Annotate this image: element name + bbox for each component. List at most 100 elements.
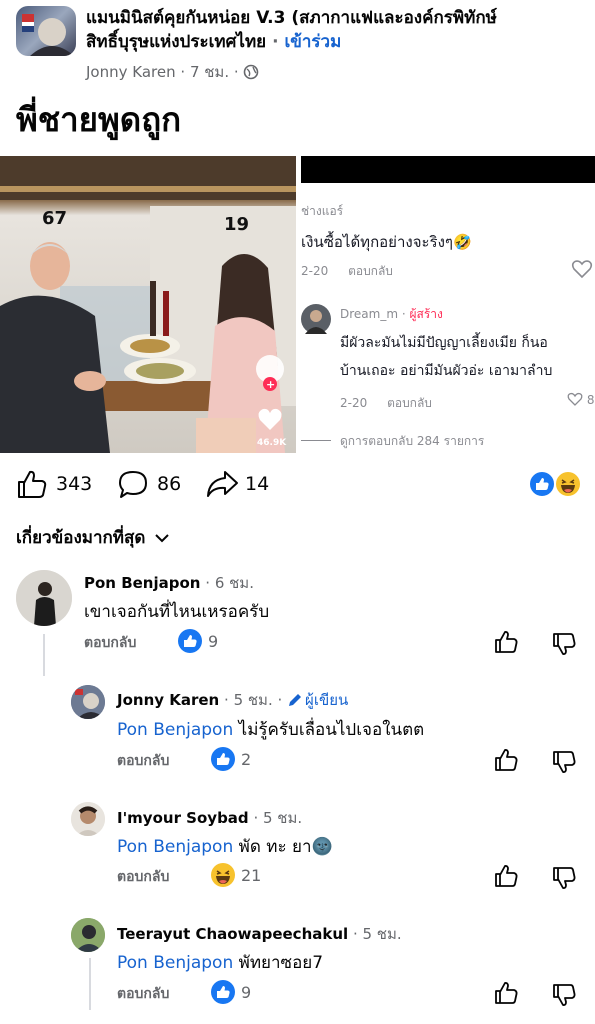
- comment-header: Pon Benjapon · 6 ชม.: [84, 574, 254, 592]
- thumbs-down-icon: [553, 751, 576, 773]
- comment-dislike-button[interactable]: [552, 632, 576, 660]
- like-icon: [18, 470, 47, 498]
- age-right-label: 19: [224, 214, 249, 235]
- reaction-summary[interactable]: [528, 469, 588, 499]
- like-reaction-icon: [528, 470, 556, 498]
- tt-reply-date: 2-20: [340, 396, 368, 410]
- thumbs-up-icon: [495, 749, 518, 771]
- commenter-name[interactable]: Teerayut Chaowapeechakul: [117, 925, 348, 943]
- thread-line: [43, 634, 45, 676]
- comment-reaction[interactable]: 21: [211, 863, 261, 887]
- tt-reply-line2: บ้านเถอะ อย่ามีมันผัวอ่ะ เอามาลำบ: [340, 363, 553, 379]
- group-name[interactable]: แมนมินิสต์คุยกันหน่อย V.3 (สภากาแฟและองค…: [86, 6, 591, 54]
- group-avatar-image: [22, 14, 74, 56]
- tt-reply-avatar: [301, 304, 331, 334]
- comment-like-button[interactable]: [494, 981, 518, 1009]
- group-avatar[interactable]: [16, 6, 76, 56]
- group-name-line2[interactable]: สิทธิ์บุรุษแห่งประเทศไทย: [86, 32, 266, 52]
- tt-top-reply: ตอบกลับ: [348, 264, 393, 278]
- tt-reply-likes: 8: [567, 392, 594, 407]
- reaction-count: 9: [241, 982, 252, 1002]
- thumbs-up-icon: [495, 865, 518, 887]
- comment-reaction[interactable]: 2: [211, 747, 251, 771]
- post-photo-right[interactable]: ช่างแอร์ เงินซื้อได้ทุกอย่างจะริงๆ🤣 2-20…: [301, 156, 595, 453]
- comment-time[interactable]: 5 ชม.: [363, 925, 402, 943]
- tt-reply-reply: ตอบกลับ: [387, 396, 432, 410]
- mention-link[interactable]: Pon Benjapon: [117, 953, 233, 973]
- join-group-link[interactable]: เข้าร่วม: [284, 32, 341, 52]
- commenter-avatar[interactable]: [71, 685, 105, 719]
- tiktok-like-count: 46.9K: [257, 438, 287, 448]
- comment-time[interactable]: 6 ชม.: [215, 574, 254, 592]
- tt-heart-small-icon: [567, 392, 583, 406]
- comment-time[interactable]: 5 ชม.: [234, 688, 273, 712]
- comment-time[interactable]: 5 ชม.: [263, 809, 302, 827]
- reply-button[interactable]: ตอบกลับ: [117, 866, 169, 888]
- chevron-down-icon: [155, 533, 170, 542]
- thumbs-down-icon: [553, 633, 576, 655]
- share-icon: [207, 471, 238, 497]
- age-left-label: 67: [42, 208, 67, 229]
- post-time[interactable]: 7 ชม.: [190, 63, 229, 81]
- like-reaction-icon: [211, 980, 235, 1004]
- tt-reply-user: Dream_m: [340, 307, 399, 321]
- comment-like-button[interactable]: [494, 748, 518, 776]
- comment-reaction[interactable]: 9: [211, 980, 251, 1004]
- comment-like-button[interactable]: [494, 630, 518, 658]
- like-count: 343: [56, 473, 93, 495]
- comment-text: Pon Benjapon พัด ทะ ยา🌚: [117, 837, 333, 857]
- comment-header: Teerayut Chaowapeechakul · 5 ชม.: [117, 925, 402, 943]
- comment-reaction[interactable]: 9: [178, 629, 218, 653]
- restaurant-photo: 67 19 + 46.9K: [0, 156, 296, 453]
- comment-count: 86: [157, 473, 182, 495]
- commenter-avatar[interactable]: [71, 918, 105, 952]
- like-reaction-icon: [211, 747, 235, 771]
- comment-like-button[interactable]: [494, 864, 518, 892]
- comment-dislike-button[interactable]: [552, 866, 576, 894]
- tt-reply-line1: มีผัวละมันไม่มีปัญญาเลี้ยงเมีย ก็นอ: [340, 335, 548, 351]
- comment-header: I'myour Soybad · 5 ชม.: [117, 809, 303, 827]
- like-reaction-icon: [178, 629, 202, 653]
- mention-link[interactable]: Pon Benjapon: [117, 720, 233, 740]
- commenter-avatar[interactable]: [16, 570, 72, 626]
- comment-text: Pon Benjapon พัทยาซอย7: [117, 953, 324, 973]
- thumbs-down-icon: [553, 984, 576, 1006]
- tt-view-replies: ดูการตอบกลับ 284 รายการ: [340, 434, 485, 448]
- post-meta: Jonny Karen · 7 ชม. ·: [86, 62, 259, 85]
- comment-text: Pon Benjapon ไม่รู้ครับเลื่อนไปเจอในตต: [117, 720, 425, 740]
- comment-action[interactable]: 86: [117, 469, 181, 499]
- mention-link[interactable]: Pon Benjapon: [117, 837, 233, 857]
- post-author[interactable]: Jonny Karen: [86, 63, 176, 81]
- commenter-name[interactable]: I'myour Soybad: [117, 809, 249, 827]
- post-photo-left[interactable]: 67 19 + 46.9K: [0, 156, 296, 453]
- share-action[interactable]: 14: [205, 469, 269, 499]
- tt-divider: [301, 440, 331, 441]
- commenter-avatar[interactable]: [71, 802, 105, 836]
- thumbs-up-icon: [495, 982, 518, 1004]
- commenter-name[interactable]: Jonny Karen: [117, 691, 219, 709]
- tt-reply-meta: 2-20 ตอบกลับ: [340, 394, 432, 413]
- tt-top-date: 2-20: [301, 264, 329, 278]
- comment-text: เขาเจอกันที่ไหนเหรอครับ: [84, 602, 270, 622]
- tt-top-meta: 2-20 ตอบกลับ: [301, 262, 393, 281]
- thumbs-down-icon: [553, 867, 576, 889]
- haha-reaction-icon: [554, 470, 582, 498]
- like-action[interactable]: 343: [16, 469, 92, 499]
- reply-button[interactable]: ตอบกลับ: [117, 750, 169, 772]
- comment-dislike-button[interactable]: [552, 983, 576, 1011]
- thread-line: [89, 958, 91, 1010]
- tt-top-comment: เงินซื้อได้ทุกอย่างจะริงๆ🤣: [301, 233, 472, 251]
- tt-reply-header: Dream_m · ผู้สร้าง: [340, 307, 443, 321]
- comment-header: Jonny Karen · 5 ชม. · ผู้เขียน: [117, 688, 348, 712]
- tt-top-user: ช่างแอร์: [301, 204, 344, 218]
- comment-dislike-button[interactable]: [552, 750, 576, 778]
- black-bar: [301, 156, 595, 183]
- group-name-line1[interactable]: แมนมินิสต์คุยกันหน่อย V.3 (สภากาแฟและองค…: [86, 8, 497, 28]
- reply-button[interactable]: ตอบกลับ: [84, 632, 136, 654]
- comment-sort[interactable]: เกี่ยวข้องมากที่สุด: [16, 524, 171, 551]
- globe-icon: [243, 64, 259, 85]
- pencil-icon: [289, 694, 302, 706]
- reply-button[interactable]: ตอบกลับ: [117, 983, 169, 1005]
- commenter-name[interactable]: Pon Benjapon: [84, 574, 200, 592]
- share-count: 14: [245, 473, 270, 495]
